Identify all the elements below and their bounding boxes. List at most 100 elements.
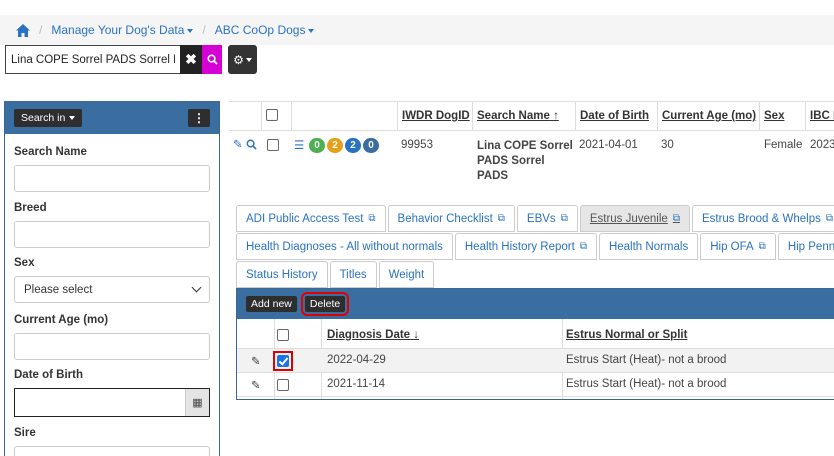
settings-button[interactable]: ⚙ [228,45,257,74]
tab-titles[interactable]: Titles [329,261,377,288]
cell-dob: 2021-04-01 [579,139,638,151]
cell-diagnosis-date: 2021-11-14 [327,378,385,390]
sort-desc-icon: ↓ [413,329,420,341]
tab-weight[interactable]: Weight [378,261,435,288]
sex-label: Sex [14,257,35,269]
tab-ebvs[interactable]: EBVs ⧉ [516,205,578,232]
list-icon[interactable]: ☰ [294,138,304,152]
row-checkbox[interactable] [267,139,279,151]
table-row[interactable]: ✎ 2021-11-14 Estrus Start (Heat)- not a … [237,373,834,397]
sort-asc-icon: ↑ [553,110,559,122]
select-all-checkbox[interactable] [266,109,278,121]
sex-select[interactable]: Please select [14,276,210,303]
current-age-input[interactable] [14,333,210,360]
current-age-field: Current Age (mo) [14,314,210,360]
external-link-icon: ⧉ [758,241,766,252]
cell-sex: Female [764,139,803,151]
breadcrumb-separator: / [39,23,43,37]
sex-field: Sex Please select [14,257,210,303]
search-in-dropdown[interactable]: Search in [14,109,83,127]
breed-label: Breed [14,202,47,214]
table-row[interactable]: ✎ ☰ 0220 99953 Lina COPE Sorrel PADS Sor… [229,131,834,191]
cell-estrus: Estrus Start (Heat)- not a brood [566,378,727,390]
breed-field: Breed [14,202,210,248]
dob-field: Date of Birth ▦ [14,369,210,417]
tab-status-history[interactable]: Status History [236,261,328,288]
search-name-field: Search Name [14,146,210,192]
edit-icon[interactable]: ✎ [251,354,261,368]
breadcrumb-manage-data[interactable]: Manage Your Dog's Data [51,23,194,37]
sire-input[interactable] [14,446,210,456]
breadcrumb-separator: / [202,23,206,37]
panel-menu-button[interactable]: ⋮ [188,109,210,127]
breadcrumb-coop-dogs[interactable]: ABC CoOp Dogs [215,23,315,37]
record-counts: 0220 [309,138,381,153]
add-new-button[interactable]: Add new [246,296,297,312]
external-link-icon: ⧉ [560,213,568,224]
edit-icon[interactable]: ✎ [251,378,261,392]
count-badge[interactable]: 0 [363,138,379,153]
count-badge[interactable]: 2 [345,138,361,153]
sire-label: Sire [14,427,36,439]
search-name-input[interactable] [14,165,210,192]
tab-row-1: ADI Public Access Test ⧉ Behavior Checkli… [236,205,834,232]
cell-age: 30 [661,139,674,151]
col-estrus-normal-split[interactable]: Estrus Normal or Split [566,329,687,341]
tab-behavior-checklist[interactable]: Behavior Checklist ⧉ [387,205,515,232]
tab-hip-ofa[interactable]: Hip OFA ⧉ [700,233,776,260]
cell-estrus: Estrus Start (Heat)- not a brood [566,354,727,366]
tab-health-diagnoses[interactable]: Health Diagnoses - All without normals [236,233,453,260]
caret-down-icon [69,116,76,120]
col-ibc[interactable]: IBC M [805,102,834,131]
col-iwdr-dogid[interactable]: IWDR DogID [397,102,472,131]
breed-input[interactable] [14,221,210,248]
col-search-name[interactable]: Search Name ↑ [472,102,575,131]
dog-search-bar: ✖ ⚙ [5,45,257,74]
col-date-of-birth[interactable]: Date of Birth [575,102,657,131]
tab-adi-public-access-test[interactable]: ADI Public Access Test ⧉ [236,205,386,232]
view-search-icon[interactable] [246,139,257,150]
external-link-icon: ⧉ [825,213,833,224]
tab-row-3: Status History Titles Weight [236,261,436,288]
row-checkbox[interactable] [277,355,289,367]
tab-row-2: Health Diagnoses - All without normals H… [236,233,834,260]
tab-health-history-report[interactable]: Health History Report ⧉ [454,233,597,260]
cell-diagnosis-date: 2022-04-29 [327,354,386,366]
cell-search-name[interactable]: Lina COPE Sorrel PADS Sorrel PADS [477,139,575,184]
breadcrumb: / Manage Your Dog's Data / ABC CoOp Dogs [0,15,834,45]
search-button[interactable] [202,45,222,74]
search-panel-header: Search in ⋮ [5,102,219,134]
col-current-age[interactable]: Current Age (mo) [657,102,759,131]
dog-search-input[interactable] [5,45,180,74]
table-row[interactable]: ✎ 2022-04-29 Estrus Start (Heat)- not a … [237,349,834,373]
results-grid: IWDR DogID Search Name ↑ Date of Birth C… [229,101,834,191]
delete-button[interactable]: Delete [300,292,350,316]
caret-down-icon [308,28,315,33]
tab-estrus-juvenile[interactable]: Estrus Juvenile ⧉ [579,205,690,232]
grid-header: IWDR DogID Search Name ↑ Date of Birth C… [229,101,834,131]
external-link-icon: ⧉ [497,213,505,224]
dob-input[interactable]: ▦ [14,388,210,417]
col-sex[interactable]: Sex [759,102,805,131]
select-all-checkbox[interactable] [277,329,289,341]
close-icon: ✖ [185,51,197,67]
count-badge[interactable]: 0 [309,138,325,153]
chevron-down-icon [191,282,202,293]
external-link-icon: ⧉ [579,241,587,252]
tab-health-normals[interactable]: Health Normals [598,233,699,260]
gear-icon: ⚙ [233,52,244,67]
subpanel-header: Diagnosis Date ↓ Estrus Normal or Split [237,322,834,349]
col-diagnosis-date[interactable]: Diagnosis Date ↓ [327,329,419,341]
count-badge[interactable]: 2 [327,138,343,153]
search-name-label: Search Name [14,146,87,158]
search-panel: Search in ⋮ Search Name Breed Sex Please… [4,101,220,456]
estrus-juvenile-panel: Add new Delete Diagnosis Date ↓ Estrus N… [236,288,834,400]
row-checkbox[interactable] [277,379,289,391]
edit-icon[interactable]: ✎ [233,137,243,151]
tab-estrus-brood-whelps[interactable]: Estrus Brood & Whelps ⧉ [691,205,834,232]
clear-search-button[interactable]: ✖ [180,45,202,74]
tab-hip-penn[interactable]: Hip Penn [777,233,834,260]
current-age-label: Current Age (mo) [14,314,109,326]
home-icon[interactable] [16,23,30,37]
calendar-icon[interactable]: ▦ [185,389,209,416]
